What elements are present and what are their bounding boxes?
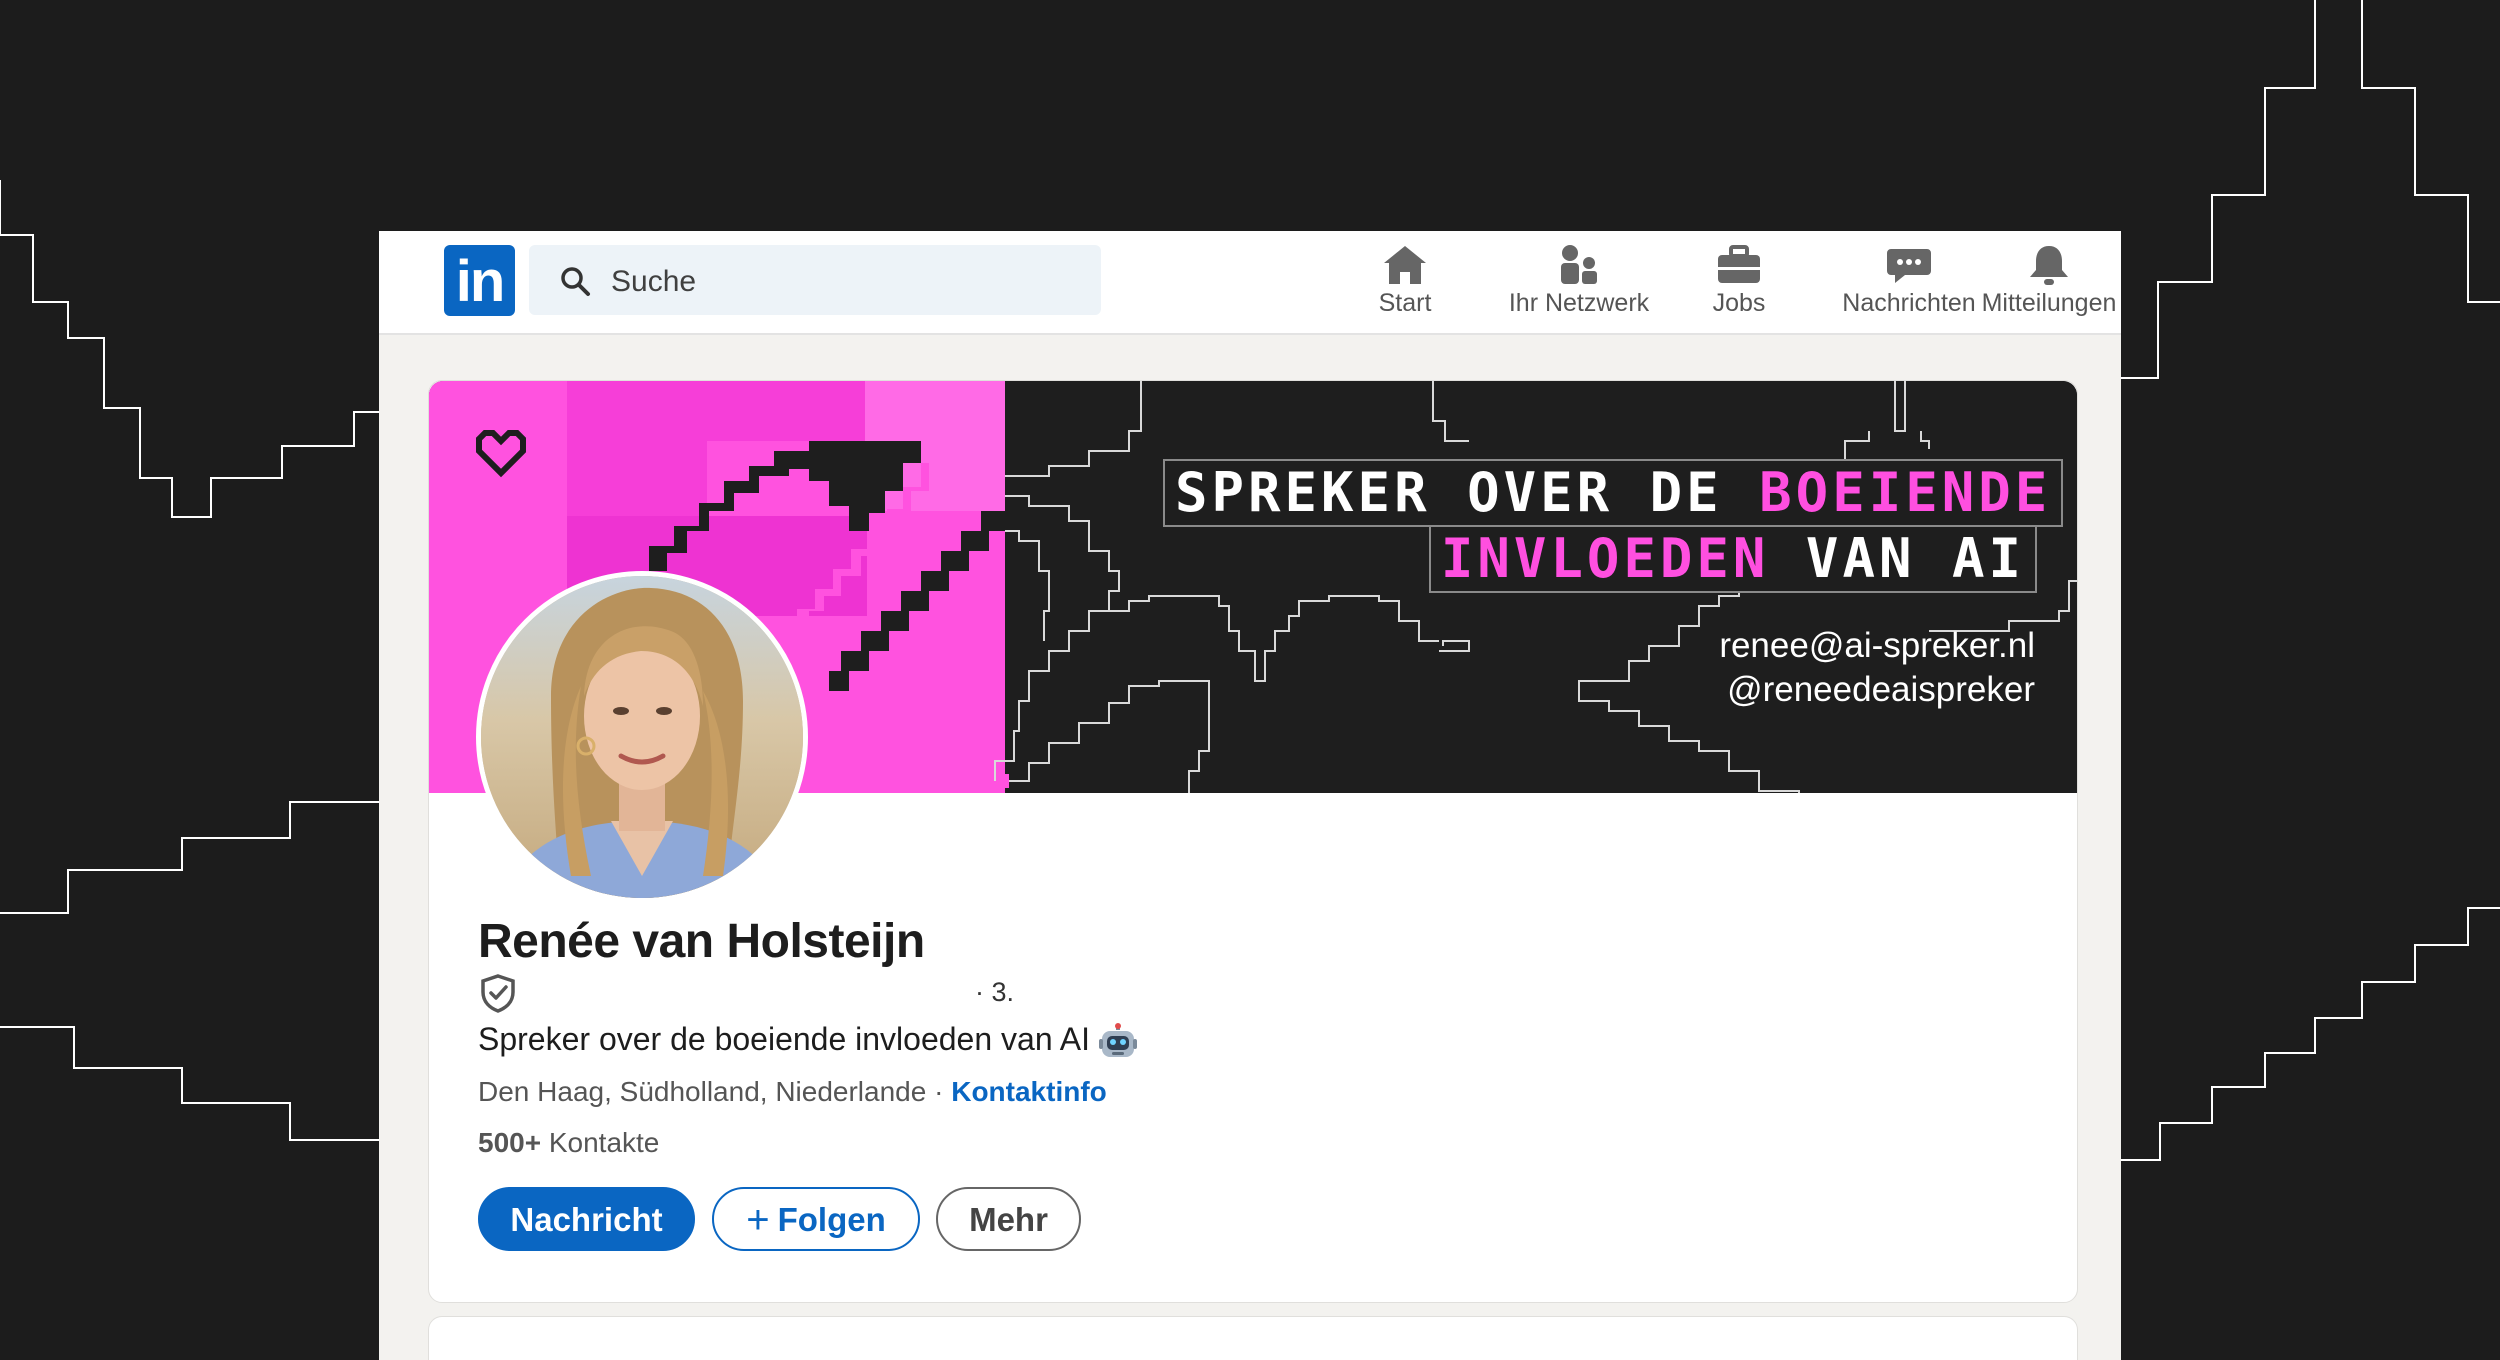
banner-handle: @reneedeaispreker [1727, 670, 2035, 709]
connections-number: 500+ [478, 1127, 542, 1158]
verified-shield-icon[interactable] [478, 973, 518, 1013]
nav-label: Jobs [1712, 289, 1766, 317]
search-input[interactable]: Suche [611, 265, 696, 299]
connections-count[interactable]: 500+ Kontakte [478, 1127, 659, 1159]
search-bar[interactable]: Suche [529, 245, 1101, 315]
location-text: Den Haag, Südholland, Niederlande [478, 1076, 927, 1107]
verification-row: · 3. [478, 973, 1078, 1013]
banner-title-line2: INVLOEDEN VAN AI [1428, 525, 2037, 593]
avatar[interactable] [476, 571, 808, 903]
banner-text-highlight: INVLOEDEN [1440, 527, 1770, 590]
profile-photo [481, 576, 803, 898]
linkedin-logo-icon[interactable]: in [444, 245, 515, 316]
nav-start[interactable]: Start [1345, 237, 1465, 327]
next-section-card [428, 1316, 2078, 1360]
nav-label: Mitteilungen [1981, 289, 2117, 317]
banner-text-highlight: BOEIENDE [1759, 461, 2052, 524]
more-button-label: Mehr [969, 1201, 1048, 1238]
more-button[interactable]: Mehr [936, 1187, 1081, 1251]
home-icon [1384, 246, 1426, 284]
nav-label: Ihr Netzwerk [1508, 289, 1650, 317]
nav-notifications[interactable]: Mitteilungen [1974, 237, 2121, 327]
messaging-icon [1887, 249, 1931, 283]
banner-email: renee@ai-spreker.nl [1719, 626, 2035, 665]
network-icon [1561, 245, 1597, 284]
location-separator: · [926, 1076, 952, 1107]
message-button-label: Nachricht [510, 1201, 663, 1238]
contact-info-link[interactable]: Kontaktinfo [951, 1076, 1107, 1107]
profile-location: Den Haag, Südholland, Niederlande · Kont… [478, 1076, 1107, 1108]
message-button[interactable]: Nachricht [478, 1187, 695, 1251]
banner-text: SPREKER OVER DE [1175, 461, 1760, 524]
banner-title-line1: SPREKER OVER DE BOEIENDE [1163, 459, 2064, 527]
follow-button[interactable]: + Folgen [712, 1187, 920, 1251]
briefcase-icon [1718, 245, 1760, 283]
bell-icon [2030, 246, 2068, 285]
nav-label: Start [1378, 289, 1432, 317]
connections-label: Kontakte [541, 1127, 660, 1158]
top-navigation: in Suche Start Ihr Netzwerk Jobs Nachric… [379, 231, 2121, 335]
profile-headline: Spreker over de boeiende invloeden van A… [478, 1021, 1138, 1061]
linkedin-window: in Suche Start Ihr Netzwerk Jobs Nachric… [379, 231, 2121, 1360]
plus-icon: + [746, 1198, 770, 1242]
nav-network[interactable]: Ihr Netzwerk [1479, 237, 1679, 327]
banner-contact: renee@ai-spreker.nl @reneedeaispreker [1719, 624, 2035, 712]
profile-name: Renée van Holsteijn [478, 915, 925, 968]
connection-degree: · 3. [975, 977, 1015, 1007]
robot-emoji-icon [1098, 1022, 1137, 1057]
nav-jobs[interactable]: Jobs [1669, 237, 1809, 327]
headline-text: Spreker over de boeiende invloeden van A… [478, 1021, 1090, 1057]
follow-button-label: Folgen [777, 1201, 886, 1238]
profile-card: SPREKER OVER DE BOEIENDE INVLOEDEN VAN A… [428, 380, 2078, 1303]
search-icon [561, 267, 590, 296]
banner-text: VAN AI [1769, 527, 2025, 590]
